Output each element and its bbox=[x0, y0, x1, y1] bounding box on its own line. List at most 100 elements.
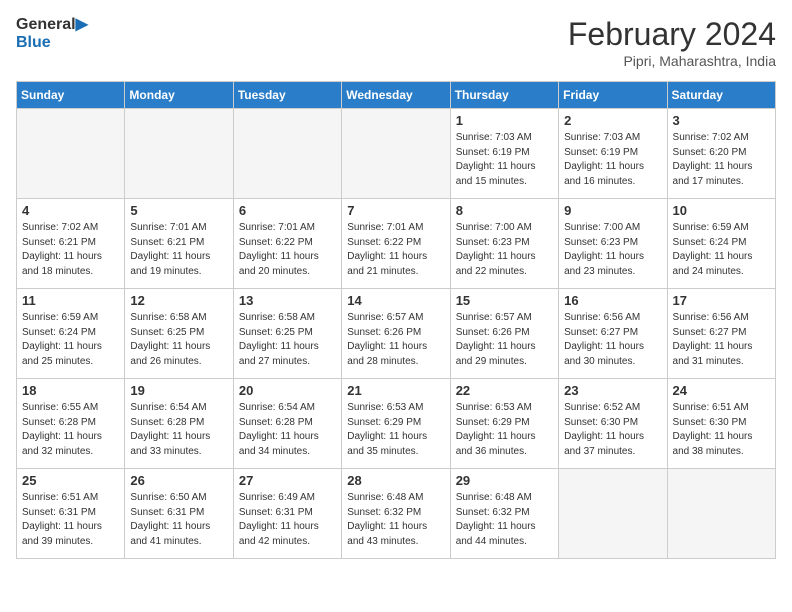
day-number: 11 bbox=[22, 293, 119, 308]
day-number: 15 bbox=[456, 293, 553, 308]
calendar-cell: 16 Sunrise: 6:56 AM Sunset: 6:27 PM Dayli… bbox=[559, 289, 667, 379]
day-number: 10 bbox=[673, 203, 770, 218]
calendar-cell: 1 Sunrise: 7:03 AM Sunset: 6:19 PM Daylig… bbox=[450, 109, 558, 199]
day-info: Sunrise: 6:58 AM Sunset: 6:25 PM Dayligh… bbox=[239, 311, 336, 369]
logo: General▶ Blue bbox=[16, 16, 88, 51]
day-number: 17 bbox=[673, 293, 770, 308]
calendar-cell: 11 Sunrise: 6:59 AM Sunset: 6:24 PM Dayli… bbox=[17, 289, 125, 379]
day-info: Sunrise: 6:53 AM Sunset: 6:29 PM Dayligh… bbox=[456, 401, 553, 459]
day-number: 9 bbox=[564, 203, 661, 218]
day-info: Sunrise: 6:48 AM Sunset: 6:32 PM Dayligh… bbox=[456, 491, 553, 549]
calendar-cell: 22 Sunrise: 6:53 AM Sunset: 6:29 PM Dayli… bbox=[450, 379, 558, 469]
calendar-header-wednesday: Wednesday bbox=[342, 82, 450, 109]
calendar-cell: 8Sunrise: 7:00 AM Sunset: 6:23 PM Daylig… bbox=[450, 199, 558, 289]
day-info: Sunrise: 7:02 AM Sunset: 6:21 PM Dayligh… bbox=[22, 221, 119, 279]
calendar-cell bbox=[667, 469, 775, 559]
day-number: 6 bbox=[239, 203, 336, 218]
logo-general: General▶ bbox=[16, 16, 88, 34]
calendar-cell: 26 Sunrise: 6:50 AM Sunset: 6:31 PM Dayli… bbox=[125, 469, 233, 559]
day-number: 21 bbox=[347, 383, 444, 398]
calendar-cell: 18 Sunrise: 6:55 AM Sunset: 6:28 PM Dayli… bbox=[17, 379, 125, 469]
calendar-header-sunday: Sunday bbox=[17, 82, 125, 109]
day-number: 7 bbox=[347, 203, 444, 218]
calendar-cell: 3 Sunrise: 7:02 AM Sunset: 6:20 PM Daylig… bbox=[667, 109, 775, 199]
day-number: 3 bbox=[673, 113, 770, 128]
day-info: Sunrise: 6:59 AM Sunset: 6:24 PM Dayligh… bbox=[22, 311, 119, 369]
calendar-cell bbox=[342, 109, 450, 199]
calendar-table: SundayMondayTuesdayWednesdayThursdayFrid… bbox=[16, 81, 776, 559]
day-number: 19 bbox=[130, 383, 227, 398]
day-info: Sunrise: 6:57 AM Sunset: 6:26 PM Dayligh… bbox=[456, 311, 553, 369]
calendar-cell: 20 Sunrise: 6:54 AM Sunset: 6:28 PM Dayli… bbox=[233, 379, 341, 469]
day-number: 4 bbox=[22, 203, 119, 218]
calendar-cell: 13 Sunrise: 6:58 AM Sunset: 6:25 PM Dayli… bbox=[233, 289, 341, 379]
day-number: 16 bbox=[564, 293, 661, 308]
calendar-cell: 23Sunrise: 6:52 AM Sunset: 6:30 PM Dayli… bbox=[559, 379, 667, 469]
calendar-cell: 29 Sunrise: 6:48 AM Sunset: 6:32 PM Dayli… bbox=[450, 469, 558, 559]
calendar-cell: 2 Sunrise: 7:03 AM Sunset: 6:19 PM Daylig… bbox=[559, 109, 667, 199]
day-number: 26 bbox=[130, 473, 227, 488]
day-info: Sunrise: 6:53 AM Sunset: 6:29 PM Dayligh… bbox=[347, 401, 444, 459]
calendar-cell: 17 Sunrise: 6:56 AM Sunset: 6:27 PM Dayli… bbox=[667, 289, 775, 379]
day-info: Sunrise: 6:58 AM Sunset: 6:25 PM Dayligh… bbox=[130, 311, 227, 369]
day-number: 18 bbox=[22, 383, 119, 398]
calendar-cell: 12 Sunrise: 6:58 AM Sunset: 6:25 PM Dayli… bbox=[125, 289, 233, 379]
calendar-header-tuesday: Tuesday bbox=[233, 82, 341, 109]
day-info: Sunrise: 7:01 AM Sunset: 6:21 PM Dayligh… bbox=[130, 221, 227, 279]
day-info: Sunrise: 6:50 AM Sunset: 6:31 PM Dayligh… bbox=[130, 491, 227, 549]
month-title: February 2024 bbox=[568, 16, 776, 53]
day-info: Sunrise: 7:02 AM Sunset: 6:20 PM Dayligh… bbox=[673, 131, 770, 189]
calendar-cell: 25 Sunrise: 6:51 AM Sunset: 6:31 PM Dayli… bbox=[17, 469, 125, 559]
calendar-header-saturday: Saturday bbox=[667, 82, 775, 109]
day-number: 28 bbox=[347, 473, 444, 488]
day-number: 1 bbox=[456, 113, 553, 128]
day-number: 23 bbox=[564, 383, 661, 398]
location-subtitle: Pipri, Maharashtra, India bbox=[568, 53, 776, 69]
day-number: 8 bbox=[456, 203, 553, 218]
page-header: General▶ Blue February 2024 Pipri, Mahar… bbox=[16, 16, 776, 69]
day-info: Sunrise: 6:54 AM Sunset: 6:28 PM Dayligh… bbox=[130, 401, 227, 459]
day-info: Sunrise: 6:51 AM Sunset: 6:31 PM Dayligh… bbox=[22, 491, 119, 549]
calendar-cell bbox=[17, 109, 125, 199]
day-info: Sunrise: 6:56 AM Sunset: 6:27 PM Dayligh… bbox=[564, 311, 661, 369]
calendar-cell: 7 Sunrise: 7:01 AM Sunset: 6:22 PM Daylig… bbox=[342, 199, 450, 289]
calendar-cell: 4 Sunrise: 7:02 AM Sunset: 6:21 PM Daylig… bbox=[17, 199, 125, 289]
day-info: Sunrise: 6:59 AM Sunset: 6:24 PM Dayligh… bbox=[673, 221, 770, 279]
calendar-cell: 5 Sunrise: 7:01 AM Sunset: 6:21 PM Daylig… bbox=[125, 199, 233, 289]
day-number: 5 bbox=[130, 203, 227, 218]
day-number: 27 bbox=[239, 473, 336, 488]
day-number: 12 bbox=[130, 293, 227, 308]
calendar-cell: 14Sunrise: 6:57 AM Sunset: 6:26 PM Dayli… bbox=[342, 289, 450, 379]
day-number: 13 bbox=[239, 293, 336, 308]
calendar-cell: 9 Sunrise: 7:00 AM Sunset: 6:23 PM Daylig… bbox=[559, 199, 667, 289]
day-number: 29 bbox=[456, 473, 553, 488]
day-info: Sunrise: 6:48 AM Sunset: 6:32 PM Dayligh… bbox=[347, 491, 444, 549]
calendar-header-monday: Monday bbox=[125, 82, 233, 109]
day-number: 25 bbox=[22, 473, 119, 488]
calendar-cell bbox=[125, 109, 233, 199]
calendar-cell bbox=[559, 469, 667, 559]
calendar-cell bbox=[233, 109, 341, 199]
day-number: 20 bbox=[239, 383, 336, 398]
day-info: Sunrise: 7:01 AM Sunset: 6:22 PM Dayligh… bbox=[347, 221, 444, 279]
calendar-cell: 21 Sunrise: 6:53 AM Sunset: 6:29 PM Dayli… bbox=[342, 379, 450, 469]
calendar-cell: 15 Sunrise: 6:57 AM Sunset: 6:26 PM Dayli… bbox=[450, 289, 558, 379]
day-info: Sunrise: 7:03 AM Sunset: 6:19 PM Dayligh… bbox=[456, 131, 553, 189]
logo-blue: Blue bbox=[16, 34, 88, 52]
calendar-cell: 27Sunrise: 6:49 AM Sunset: 6:31 PM Dayli… bbox=[233, 469, 341, 559]
day-number: 24 bbox=[673, 383, 770, 398]
calendar-header-thursday: Thursday bbox=[450, 82, 558, 109]
day-info: Sunrise: 6:51 AM Sunset: 6:30 PM Dayligh… bbox=[673, 401, 770, 459]
day-info: Sunrise: 7:00 AM Sunset: 6:23 PM Dayligh… bbox=[564, 221, 661, 279]
calendar-cell: 24 Sunrise: 6:51 AM Sunset: 6:30 PM Dayli… bbox=[667, 379, 775, 469]
day-number: 22 bbox=[456, 383, 553, 398]
calendar-cell: 28 Sunrise: 6:48 AM Sunset: 6:32 PM Dayli… bbox=[342, 469, 450, 559]
day-number: 2 bbox=[564, 113, 661, 128]
day-number: 14 bbox=[347, 293, 444, 308]
calendar-header-friday: Friday bbox=[559, 82, 667, 109]
day-info: Sunrise: 7:03 AM Sunset: 6:19 PM Dayligh… bbox=[564, 131, 661, 189]
day-info: Sunrise: 6:54 AM Sunset: 6:28 PM Dayligh… bbox=[239, 401, 336, 459]
day-info: Sunrise: 6:56 AM Sunset: 6:27 PM Dayligh… bbox=[673, 311, 770, 369]
day-info: Sunrise: 6:55 AM Sunset: 6:28 PM Dayligh… bbox=[22, 401, 119, 459]
title-area: February 2024 Pipri, Maharashtra, India bbox=[568, 16, 776, 69]
